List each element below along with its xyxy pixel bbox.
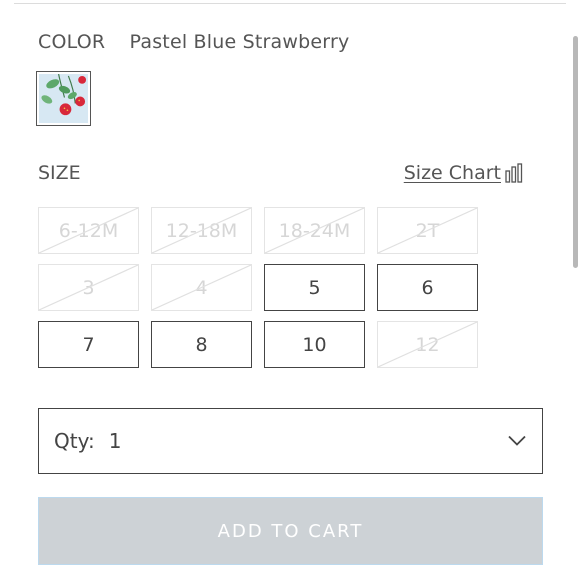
size-option-label: 8: [195, 333, 208, 356]
quantity-value: 1: [108, 429, 122, 453]
size-chart-link[interactable]: Size Chart: [404, 162, 523, 184]
size-option-6-12m[interactable]: 6-12M: [38, 207, 139, 254]
top-divider: [14, 3, 566, 4]
product-options-panel: COLOR Pastel Blue Strawberry SIZE Size C…: [0, 0, 580, 580]
size-option-label: 6-12M: [58, 219, 119, 242]
size-option-label: 7: [82, 333, 95, 356]
size-option-7[interactable]: 7: [38, 321, 139, 368]
color-row: COLOR Pastel Blue Strawberry: [38, 31, 349, 53]
size-option-label: 6: [421, 276, 434, 299]
size-label: SIZE: [38, 162, 81, 184]
size-option-12-18m[interactable]: 12-18M: [151, 207, 252, 254]
size-option-12[interactable]: 12: [377, 321, 478, 368]
size-option-10[interactable]: 10: [264, 321, 365, 368]
size-option-3[interactable]: 3: [38, 264, 139, 311]
size-option-5[interactable]: 5: [264, 264, 365, 311]
size-chart-label: Size Chart: [403, 162, 501, 184]
size-option-label: 12: [415, 333, 440, 356]
size-option-label: 3: [82, 276, 95, 299]
strawberry-pattern-swatch: [39, 74, 88, 123]
size-option-label: 5: [308, 276, 321, 299]
size-option-label: 18-24M: [278, 219, 351, 242]
size-options-grid: 6-12M 12-18M 18-24M 2T 3 4 5 6 7 8 10 12: [38, 207, 478, 368]
color-swatch[interactable]: [36, 71, 91, 126]
size-option-label: 4: [195, 276, 208, 299]
size-option-2t[interactable]: 2T: [377, 207, 478, 254]
quantity-label: Qty:: [54, 429, 95, 453]
size-option-label: 2T: [415, 219, 440, 242]
chevron-down-icon: [508, 435, 526, 446]
ruler-icon: [505, 163, 523, 183]
size-option-6[interactable]: 6: [377, 264, 478, 311]
selected-color-name: Pastel Blue Strawberry: [129, 31, 350, 53]
add-to-cart-button[interactable]: ADD TO CART: [38, 497, 543, 565]
size-option-4[interactable]: 4: [151, 264, 252, 311]
size-option-18-24m[interactable]: 18-24M: [264, 207, 365, 254]
size-option-label: 12-18M: [165, 219, 238, 242]
quantity-select[interactable]: Qty: 1: [38, 408, 543, 474]
color-label: COLOR: [38, 31, 106, 53]
size-option-8[interactable]: 8: [151, 321, 252, 368]
scrollbar[interactable]: [573, 36, 578, 268]
size-option-label: 10: [302, 333, 327, 356]
